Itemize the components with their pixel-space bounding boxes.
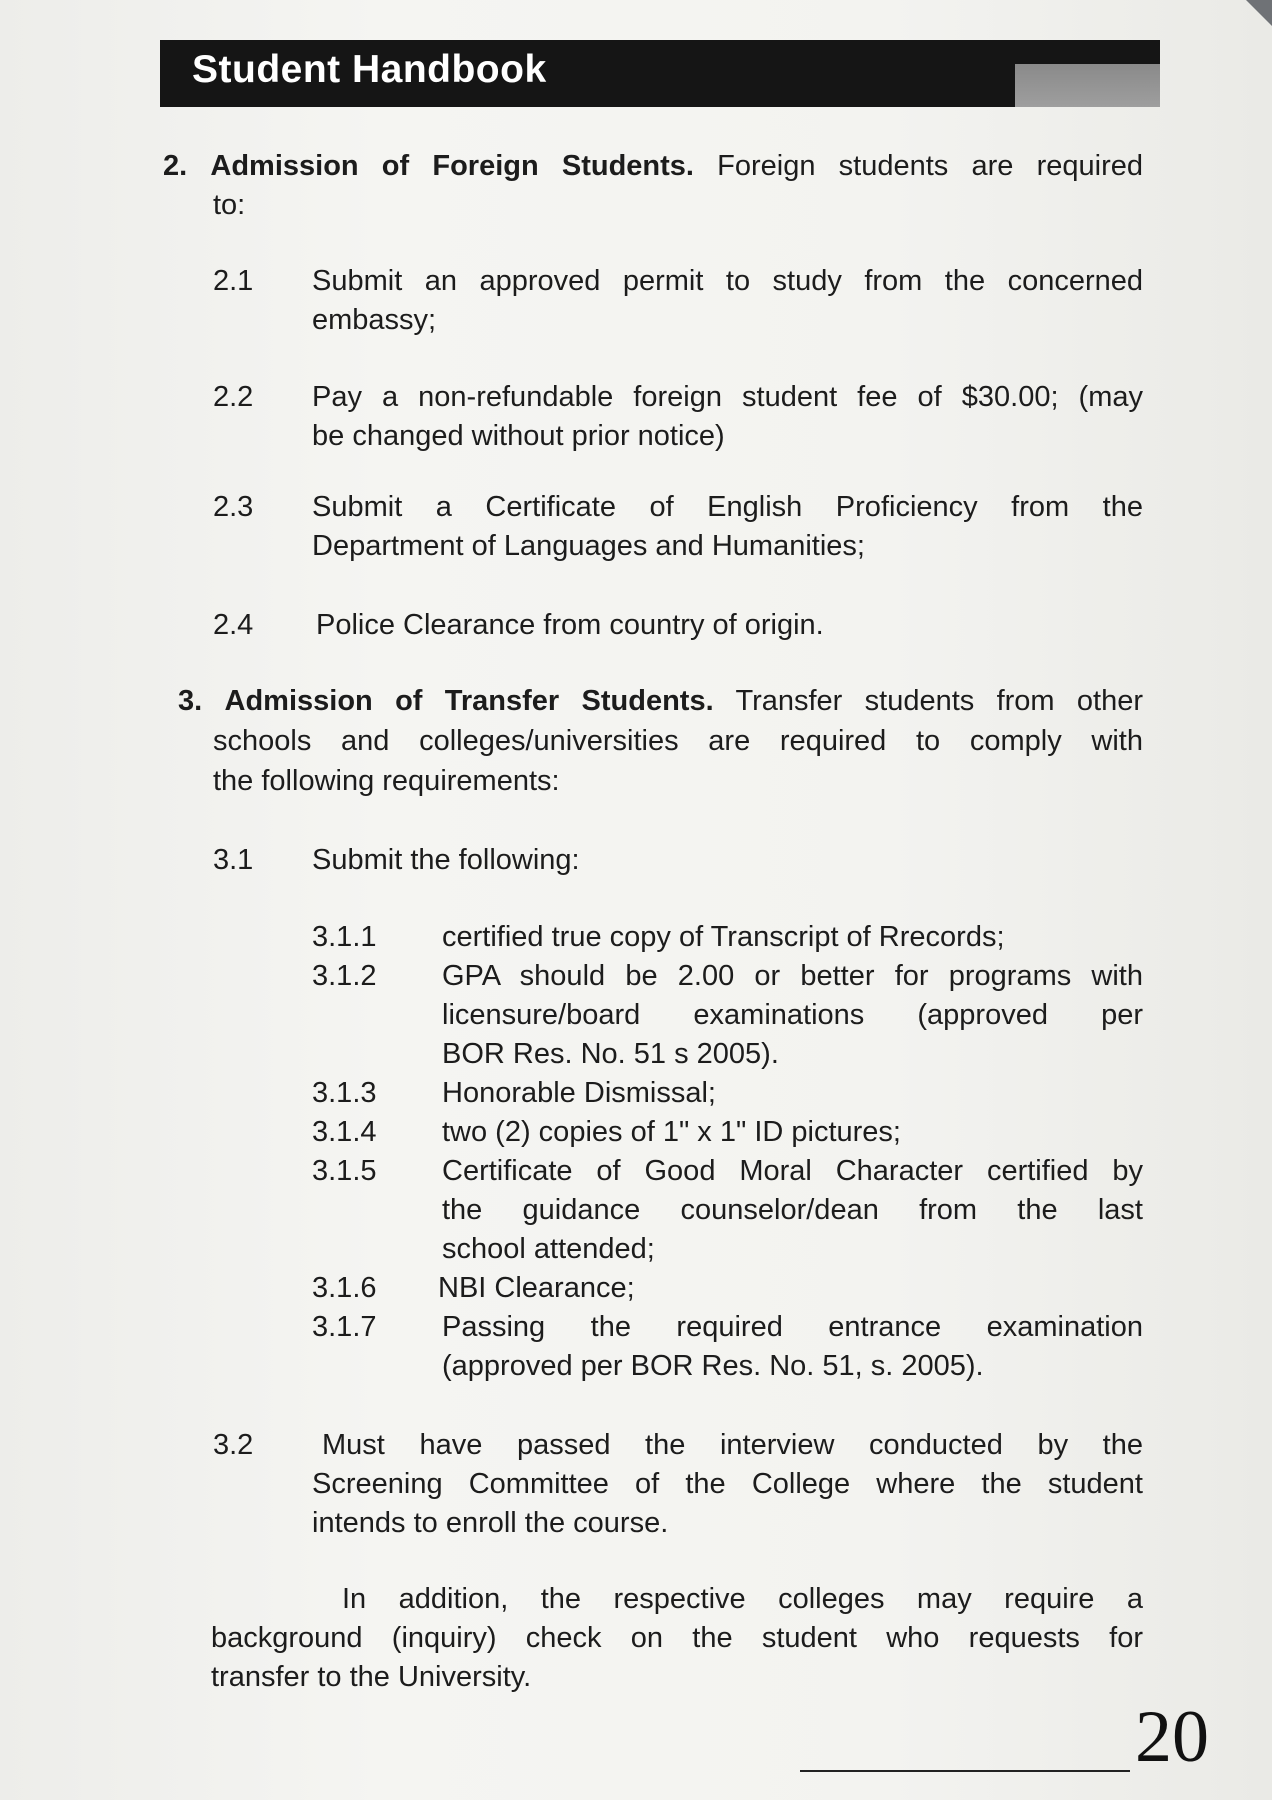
subitem-3-1-2-text: GPA should be 2.00 or better for program… xyxy=(442,960,1143,992)
item-2-4-text: Police Clearance from country of origin. xyxy=(316,609,824,641)
item-3-2-number: 3.2 xyxy=(213,1429,254,1461)
subitem-3-1-1-text: certified true copy of Transcript of Rre… xyxy=(442,921,1005,953)
section-2-number: 2. xyxy=(163,150,188,182)
subitem-3-1-6-number: 3.1.6 xyxy=(312,1272,377,1304)
subitem-3-1-3-text: Honorable Dismissal; xyxy=(442,1077,716,1109)
subitem-3-1-2-number: 3.1.2 xyxy=(312,960,377,992)
header-bar-fade xyxy=(1015,64,1160,107)
header-bar: Student Handbook xyxy=(160,40,1160,107)
addition-paragraph-line3: transfer to the University. xyxy=(211,1661,532,1693)
section-3-intro-cont-2: the following requirements: xyxy=(213,765,560,797)
item-2-2-number: 2.2 xyxy=(213,381,254,413)
section-3-heading-line: 3. Admission of Transfer Students. Trans… xyxy=(178,682,1143,721)
page-number-rule xyxy=(800,1770,1130,1772)
item-2-2-text: Pay a non-refundable foreign student fee… xyxy=(312,381,1143,413)
page-title: Student Handbook xyxy=(192,48,547,91)
section-3-heading: Admission of Transfer Students. xyxy=(224,685,714,717)
item-2-3-text-cont: Department of Languages and Humanities; xyxy=(312,530,865,562)
section-2-intro: Foreign students are required xyxy=(717,150,1143,182)
subitem-3-1-6-text: NBI Clearance; xyxy=(438,1272,635,1304)
subitem-3-1-5-text-cont: the guidance counselor/dean from the las… xyxy=(442,1194,1143,1226)
subitem-3-1-7-number: 3.1.7 xyxy=(312,1311,377,1343)
subitem-3-1-1-number: 3.1.1 xyxy=(312,921,377,953)
item-3-2-text-cont: Screening Committee of the College where… xyxy=(312,1468,1143,1500)
item-2-4-number: 2.4 xyxy=(213,609,254,641)
item-2-1-text: Submit an approved permit to study from … xyxy=(312,265,1143,297)
section-2-intro-cont: to: xyxy=(213,189,246,221)
section-3-number: 3. xyxy=(178,685,203,717)
subitem-3-1-2-text-cont-2: BOR Res. No. 51 s 2005). xyxy=(442,1038,779,1070)
item-2-1-text-cont: embassy; xyxy=(312,304,437,336)
handbook-page: Student Handbook 2. Admission of Foreign… xyxy=(0,0,1272,1800)
item-2-3-number: 2.3 xyxy=(213,491,254,523)
item-3-1-text: Submit the following: xyxy=(312,844,580,876)
section-2-heading-line: 2. Admission of Foreign Students. Foreig… xyxy=(163,147,1143,186)
section-2-heading: Admission of Foreign Students. xyxy=(210,150,694,182)
subitem-3-1-4-number: 3.1.4 xyxy=(312,1116,377,1148)
subitem-3-1-4-text: two (2) copies of 1" x 1" ID pictures; xyxy=(442,1116,901,1148)
subitem-3-1-5-text-cont-2: school attended; xyxy=(442,1233,655,1265)
subitem-3-1-5-text: Certificate of Good Moral Character cert… xyxy=(442,1155,1143,1187)
item-3-2-text: Must have passed the interview conducted… xyxy=(322,1429,1143,1461)
subitem-3-1-7-text: Passing the required entrance examinatio… xyxy=(442,1311,1143,1343)
subitem-3-1-2-text-cont: licensure/board examinations (approved p… xyxy=(442,999,1143,1031)
item-2-1-number: 2.1 xyxy=(213,265,254,297)
item-3-2-text-cont-2: intends to enroll the course. xyxy=(312,1507,669,1539)
section-3-intro: Transfer students from other xyxy=(735,685,1144,717)
item-2-3-text: Submit a Certificate of English Proficie… xyxy=(312,491,1143,523)
section-3-intro-cont: schools and colleges/universities are re… xyxy=(213,725,1143,757)
subitem-3-1-7-text-cont: (approved per BOR Res. No. 51, s. 2005). xyxy=(442,1350,984,1382)
addition-paragraph-line2: background (inquiry) check on the studen… xyxy=(211,1622,1143,1654)
subitem-3-1-3-number: 3.1.3 xyxy=(312,1077,377,1109)
page-corner xyxy=(1246,0,1272,26)
page-number: 20 xyxy=(1135,1696,1209,1778)
subitem-3-1-5-number: 3.1.5 xyxy=(312,1155,377,1187)
item-2-2-text-cont: be changed without prior notice) xyxy=(312,420,725,452)
item-3-1-number: 3.1 xyxy=(213,844,254,876)
addition-paragraph-line1: In addition, the respective colleges may… xyxy=(342,1583,1143,1615)
